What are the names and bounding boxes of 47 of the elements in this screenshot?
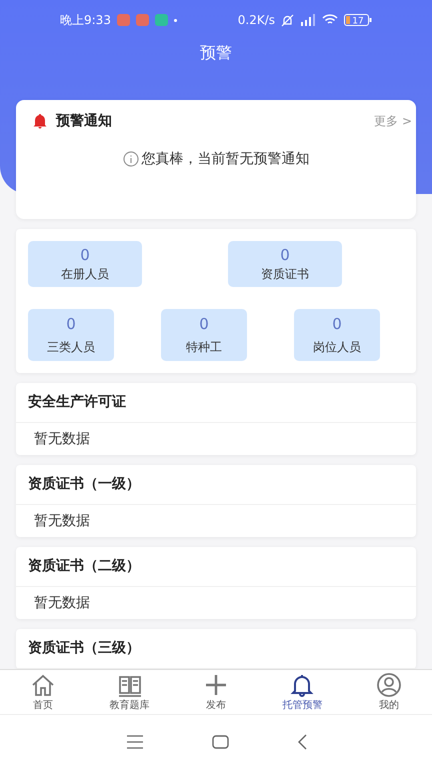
- battery-icon: 17: [344, 14, 372, 26]
- home-square-icon[interactable]: [212, 734, 228, 748]
- menu-icon[interactable]: [126, 734, 144, 748]
- network-speed: 0.2K/s: [238, 13, 275, 27]
- app-notification-icon: [154, 14, 168, 26]
- stat-label: 特种工: [186, 338, 222, 356]
- home-icon: [30, 672, 56, 698]
- tab-bar-item[interactable]: 我的: [346, 670, 432, 714]
- app-notification-icon: [116, 14, 130, 26]
- section-title: 安全生产许可证: [16, 383, 416, 423]
- app-notification-icon: [136, 14, 149, 26]
- user-icon: [376, 672, 402, 698]
- status-time: 晚上9:33: [60, 12, 111, 28]
- bell-icon: [32, 113, 48, 129]
- empty-data-text: 暂无数据: [33, 430, 91, 449]
- empty-data-text: 暂无数据: [33, 512, 91, 531]
- stat-value: 0: [199, 314, 209, 332]
- section-title: 资质证书（二级）: [16, 547, 416, 587]
- stat-value: 0: [332, 314, 342, 332]
- stat-label: 三类人员: [47, 338, 95, 356]
- notice-title: 预警通知: [56, 112, 112, 130]
- stat-value: 0: [66, 314, 76, 332]
- tab-bar-item[interactable]: 教育题库: [86, 670, 173, 714]
- back-icon[interactable]: [296, 734, 306, 750]
- tab-bar-item[interactable]: 发布: [172, 670, 260, 714]
- stat-value: 0: [80, 246, 90, 264]
- mute-bell-icon: [281, 14, 294, 26]
- tab-bar-item[interactable]: 首页: [0, 670, 86, 714]
- stat-tile[interactable]: 0 岗位人员: [294, 309, 380, 361]
- bell-icon: [289, 672, 316, 698]
- stat-label: 资质证书: [261, 266, 309, 282]
- info-icon: [122, 151, 138, 167]
- stat-tile[interactable]: 0 特种工: [161, 309, 247, 361]
- stat-tile[interactable]: 0 三类人员: [28, 309, 114, 361]
- stat-label: 岗位人员: [313, 338, 361, 356]
- dot-icon: [174, 18, 177, 22]
- section-title: 资质证书（一级）: [16, 465, 416, 505]
- wifi-icon: [322, 14, 338, 26]
- empty-data-text: 暂无数据: [33, 594, 91, 613]
- signal-icon: [300, 14, 316, 26]
- page-title: 预警: [199, 42, 233, 64]
- empty-message: 您真棒，当前暂无预警通知: [142, 150, 310, 168]
- stat-label: 在册人员: [61, 266, 109, 282]
- stat-tile[interactable]: 0 资质证书: [228, 241, 342, 287]
- stat-value: 0: [280, 246, 290, 264]
- tab-bar-item[interactable]: 托管预警: [259, 670, 346, 714]
- stat-tile[interactable]: 0 在册人员: [28, 241, 142, 287]
